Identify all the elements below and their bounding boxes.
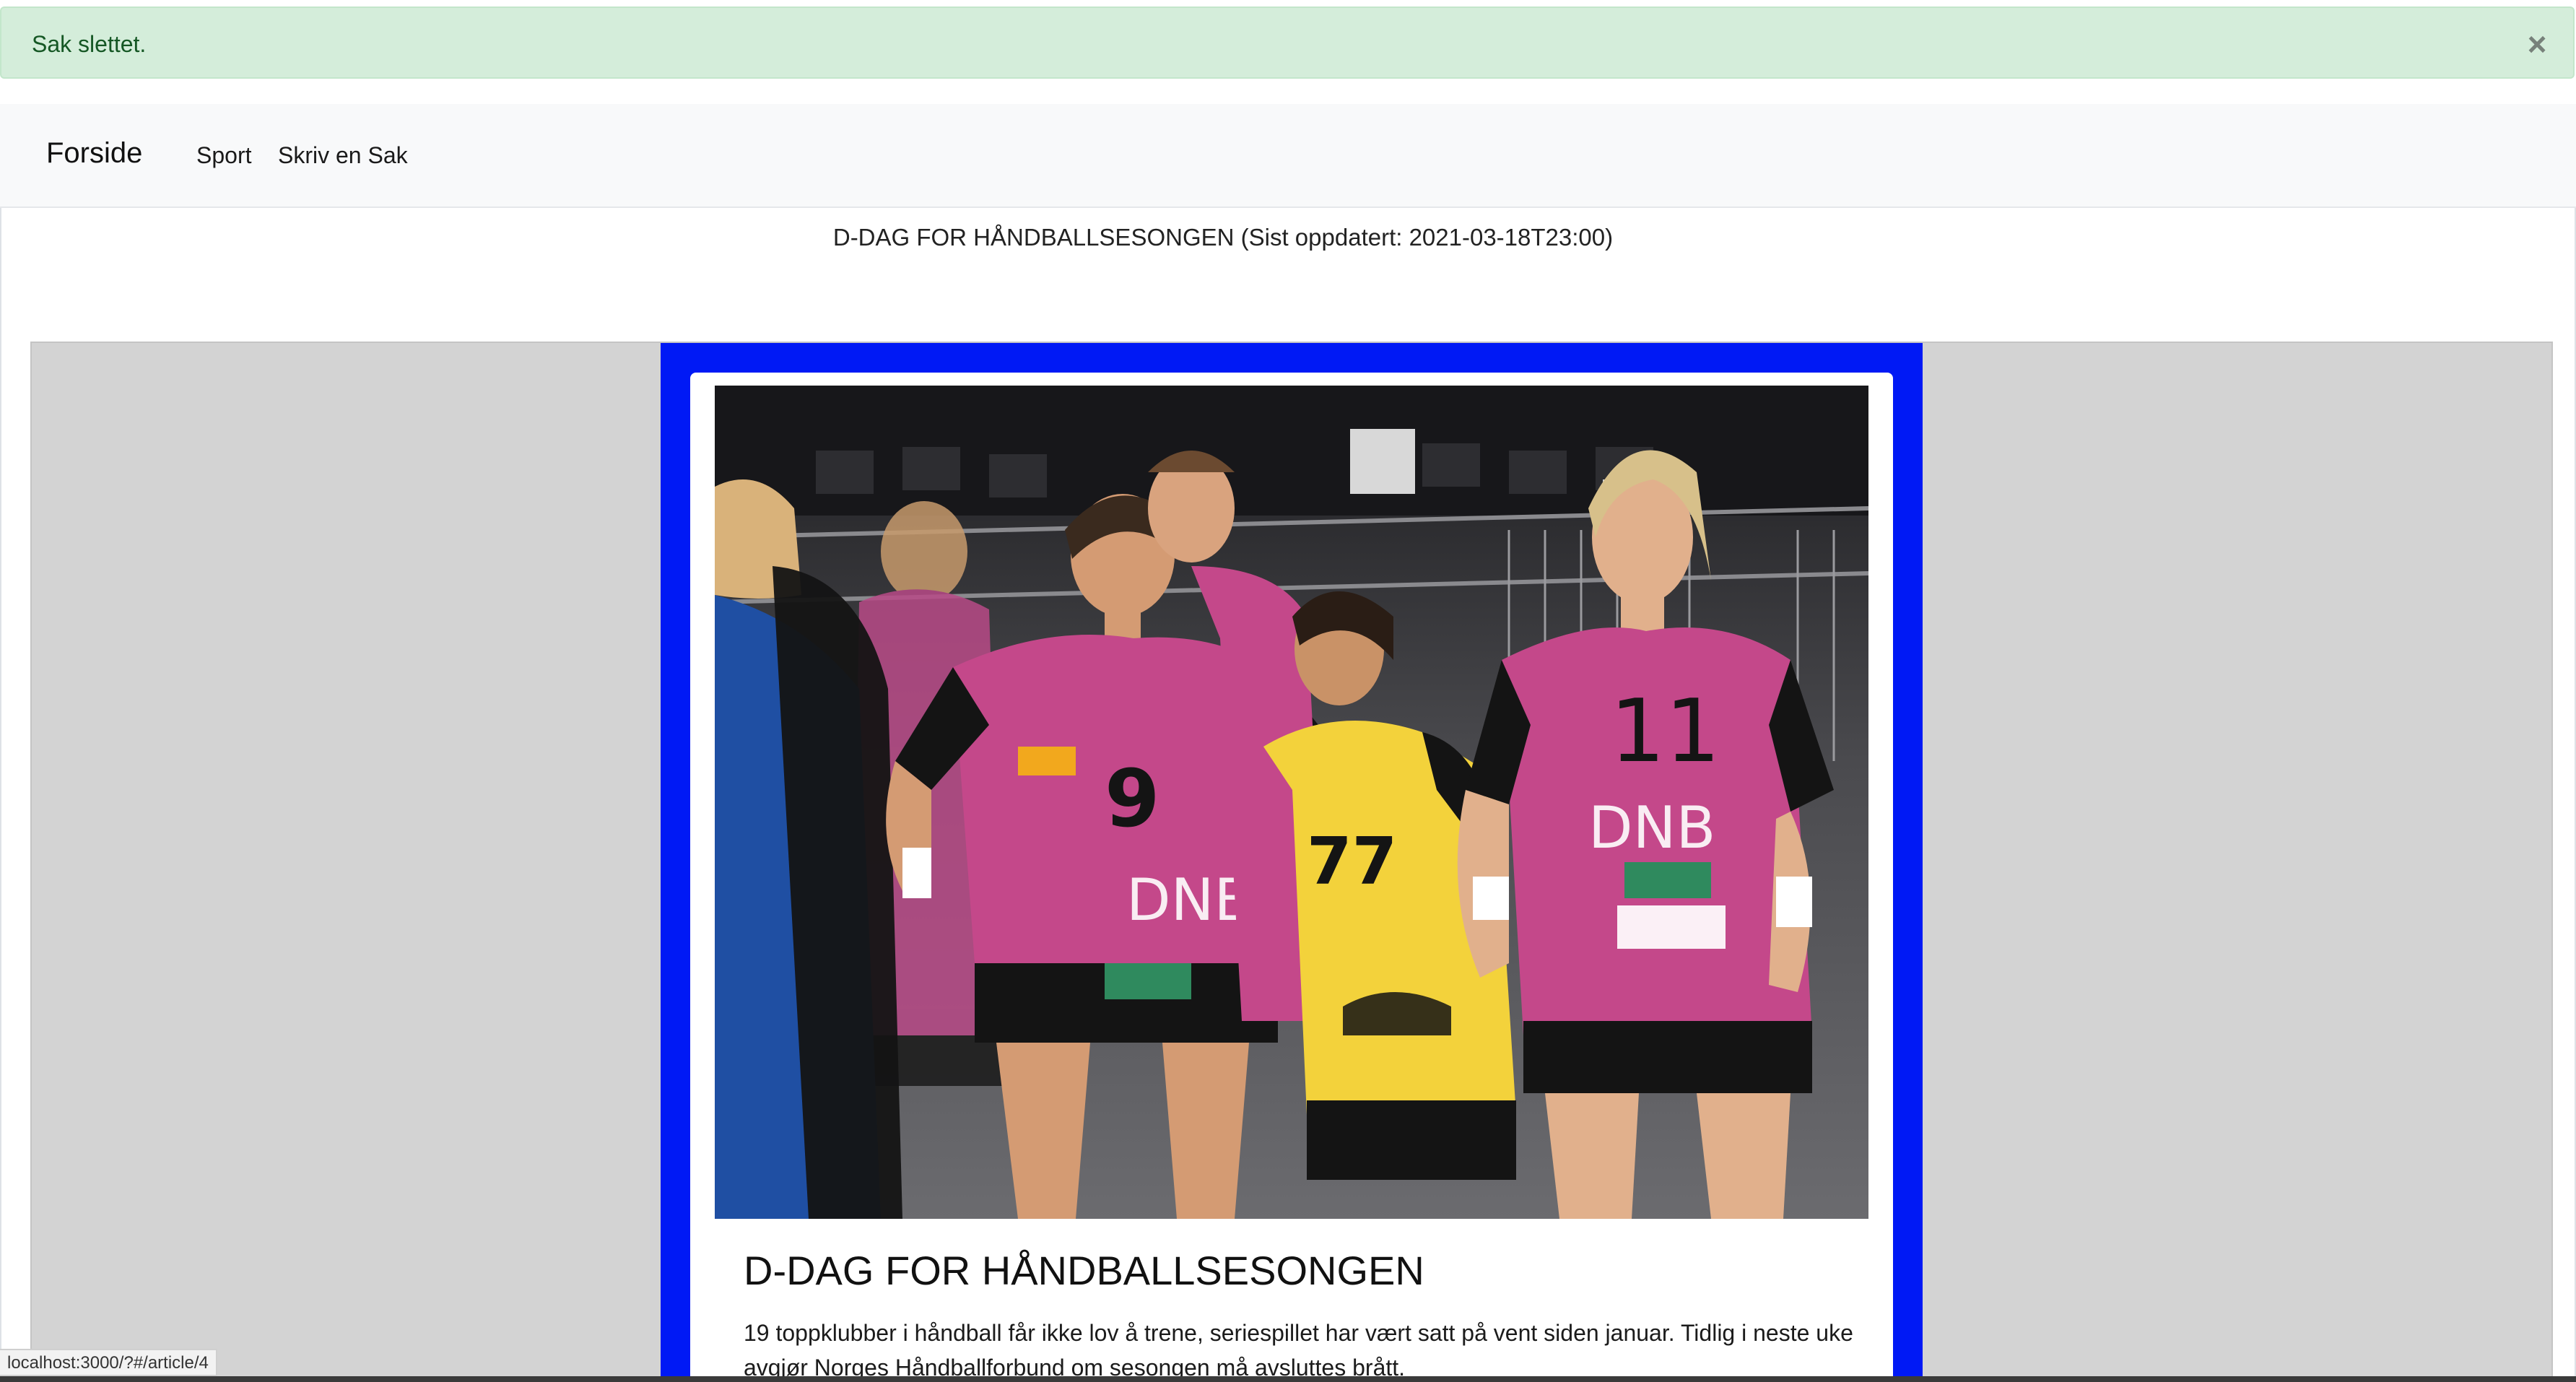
article-lead: 19 toppklubber i håndball får ikke lov å… [744, 1320, 1853, 1381]
navbar: Forside Sport Skriv en Sak [0, 104, 2576, 208]
status-bar-url: localhost:3000/?#/article/4 [0, 1349, 217, 1376]
svg-text:DNB: DNB [1588, 794, 1715, 861]
nav-brand-home[interactable]: Forside [46, 139, 142, 168]
bottom-edge [0, 1376, 2576, 1382]
success-alert: Sak slettet. × [0, 6, 2575, 79]
article-image: 9 DNB 77 11 DNB [715, 386, 1868, 1219]
close-icon[interactable]: × [2517, 24, 2557, 64]
jersey-number-11: 11 [1610, 682, 1720, 782]
nav-link-sport[interactable]: Sport [196, 144, 251, 167]
alert-message: Sak slettet. [32, 31, 147, 57]
jersey-number-77: 77 [1307, 824, 1397, 900]
page-title: D-DAG FOR HÅNDBALLSESONGEN (Sist oppdate… [832, 224, 1614, 251]
jersey-number-9: 9 [1105, 752, 1160, 845]
nav-link-write-article[interactable]: Skriv en Sak [278, 144, 408, 167]
article-heading[interactable]: D-DAG FOR HÅNDBALLSESONGEN [744, 1251, 1424, 1291]
